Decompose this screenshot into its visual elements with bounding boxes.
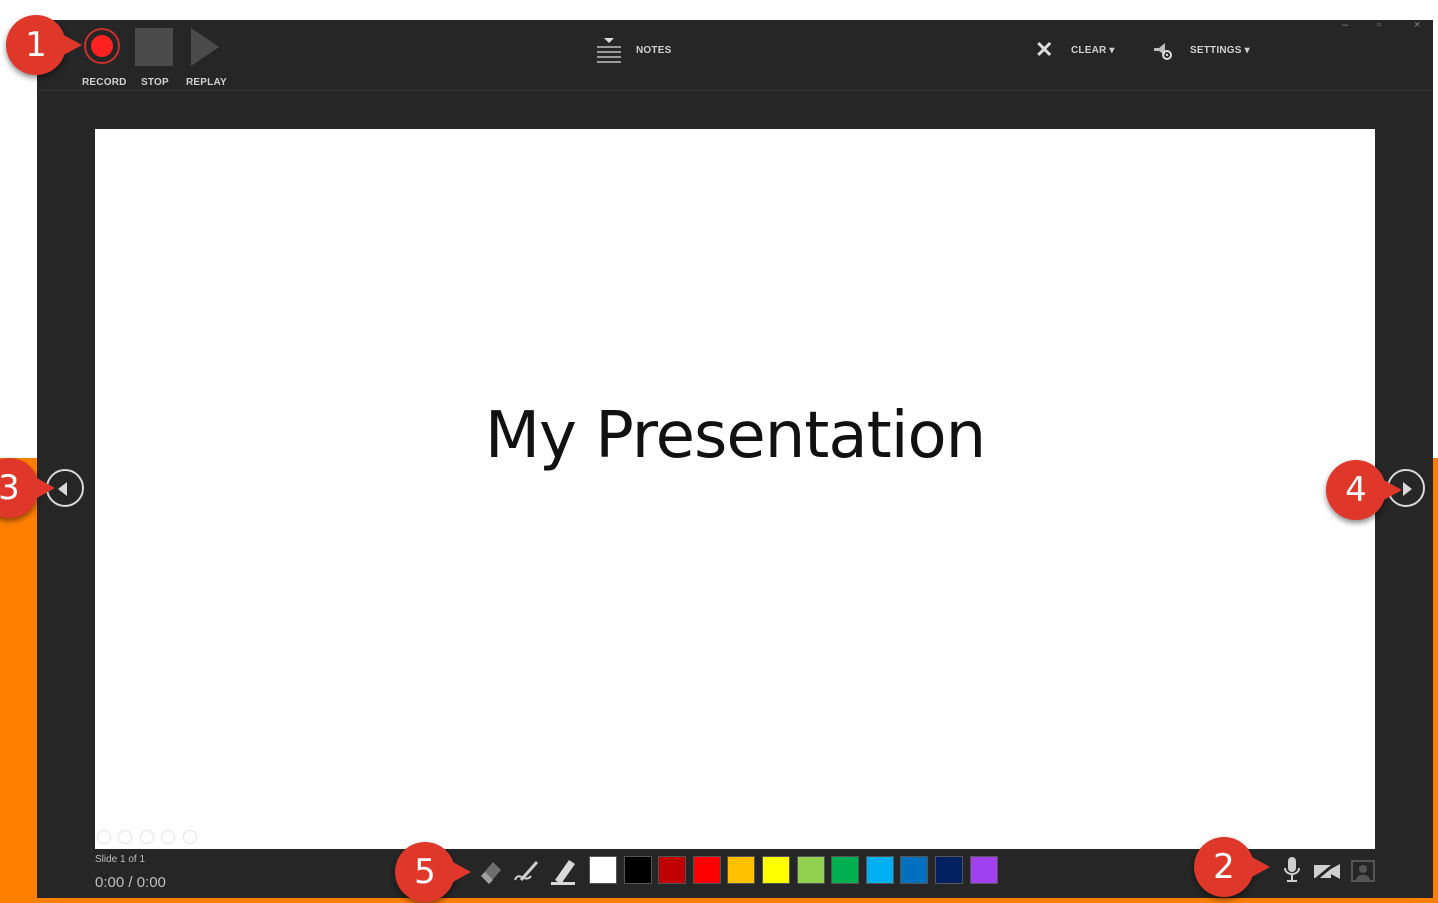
ink-color-swatch[interactable] — [727, 856, 756, 884]
ink-color-swatch[interactable] — [623, 856, 652, 884]
highlighter-icon[interactable] — [549, 856, 577, 886]
settings-label: SETTINGS ▾ — [1190, 45, 1250, 56]
ink-color-swatch[interactable] — [865, 856, 894, 884]
close-window-button[interactable]: × — [1414, 20, 1420, 31]
notes-label: NOTES — [636, 45, 672, 56]
orange-border-right — [1433, 458, 1438, 903]
stop-icon — [135, 28, 173, 66]
ink-color-swatch[interactable] — [831, 856, 860, 884]
eraser-icon[interactable] — [477, 856, 505, 886]
orange-border-left — [0, 458, 37, 903]
minimize-button[interactable]: – — [1342, 20, 1348, 31]
toolbar-divider — [37, 90, 1433, 91]
callout-badge-5: 5 — [395, 842, 471, 902]
mini-prev-icon[interactable] — [97, 830, 111, 844]
ink-color-swatch[interactable] — [796, 856, 825, 884]
mini-next-icon[interactable] — [118, 830, 133, 844]
ink-color-swatch[interactable] — [969, 856, 998, 884]
callout-badge-4: 4 — [1326, 460, 1402, 520]
record-icon — [84, 28, 120, 64]
microphone-icon[interactable] — [1283, 856, 1301, 884]
ink-color-swatch[interactable] — [935, 856, 963, 884]
ink-color-swatch[interactable] — [762, 856, 790, 884]
recording-window: – ▫ × RECORD STOP REPLAY NOTES ✕ CLEAR ▾ — [37, 20, 1433, 898]
ink-color-swatch[interactable] — [692, 856, 721, 884]
replay-label: REPLAY — [186, 77, 227, 88]
camera-preview-icon[interactable] — [1351, 860, 1375, 882]
slide-title[interactable]: My Presentation — [95, 399, 1375, 473]
replay-icon — [191, 28, 219, 66]
settings-icon — [1154, 43, 1172, 60]
slide-canvas[interactable]: My Presentation — [95, 129, 1375, 849]
callout-badge-1: 1 — [6, 15, 82, 75]
ink-color-swatch[interactable] — [589, 856, 617, 884]
orange-border-bottom — [0, 898, 1438, 903]
pen-icon[interactable] — [513, 856, 541, 886]
clear-label: CLEAR ▾ — [1071, 45, 1115, 56]
mini-more-icon[interactable] — [182, 830, 197, 844]
maximize-button[interactable]: ▫ — [1377, 20, 1381, 31]
mini-zoom-icon[interactable] — [161, 830, 176, 844]
notes-icon — [597, 38, 621, 63]
slide-mini-controls — [97, 830, 200, 846]
stop-label: STOP — [141, 77, 169, 88]
ink-color-swatch[interactable] — [658, 856, 687, 884]
record-label: RECORD — [82, 77, 127, 88]
callout-badge-2: 2 — [1194, 837, 1270, 897]
ink-color-swatch[interactable] — [900, 856, 929, 884]
mini-pen-icon[interactable] — [139, 830, 154, 844]
slide-counter: Slide 1 of 1 — [95, 854, 146, 865]
clear-x-icon: ✕ — [1035, 37, 1054, 62]
camera-off-icon[interactable] — [1313, 860, 1341, 882]
recording-time: 0:00 / 0:00 — [95, 874, 166, 891]
